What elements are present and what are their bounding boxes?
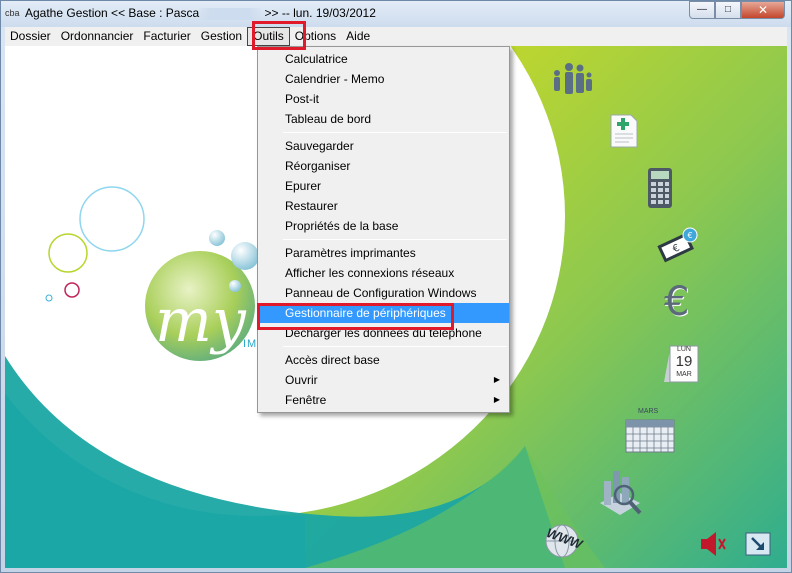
redacted-area: [199, 7, 262, 20]
svg-text:€: €: [687, 231, 692, 240]
window-title-suffix: >> -- lun. 19/03/2012: [264, 6, 376, 20]
menu-options[interactable]: Options: [290, 27, 341, 46]
maximize-button[interactable]: □: [715, 1, 741, 19]
menuitem-panneau-configuration[interactable]: Panneau de Configuration Windows: [258, 283, 509, 303]
calculator-icon[interactable]: [646, 166, 674, 210]
menuitem-proprietes-base[interactable]: Propriétés de la base: [258, 216, 509, 236]
calendar-day-number: 19: [675, 353, 693, 370]
submenu-arrow-icon: ▶: [493, 395, 500, 404]
menuitem-ouvrir-label: Ouvrir: [285, 373, 318, 387]
month-grid-icon[interactable]: MARS: [624, 408, 676, 454]
menu-gestion[interactable]: Gestion: [196, 27, 247, 46]
minimize-button[interactable]: —: [689, 1, 715, 19]
menu-separator: [283, 239, 507, 240]
title-bar[interactable]: cba Agathe Gestion << Base : Pasca >> --…: [1, 1, 791, 27]
speaker-mute-icon[interactable]: [698, 530, 728, 558]
close-button[interactable]: ✕: [741, 1, 785, 19]
menuitem-tableau-de-bord[interactable]: Tableau de bord: [258, 109, 509, 129]
app-icon: cba: [5, 8, 20, 18]
menuitem-reorganiser[interactable]: Réorganiser: [258, 156, 509, 176]
money-bill-icon[interactable]: € €: [656, 226, 698, 266]
internet-www-icon[interactable]: WWW: [540, 521, 590, 561]
menuitem-epurer[interactable]: Epurer: [258, 176, 509, 196]
menuitem-parametres-imprimantes[interactable]: Paramètres imprimantes: [258, 243, 509, 263]
menuitem-gestionnaire-peripheriques[interactable]: Gestionnaire de périphériques: [258, 303, 509, 323]
menuitem-restaurer[interactable]: Restaurer: [258, 196, 509, 216]
window-controls: — □ ✕: [689, 1, 785, 19]
logo-text: my: [155, 286, 246, 356]
resize-arrow-icon[interactable]: [745, 532, 771, 556]
menu-bar: Dossier Ordonnancier Facturier Gestion O…: [5, 27, 787, 46]
dashboard-chart-icon[interactable]: [594, 463, 646, 523]
menuitem-sauvegarder[interactable]: Sauvegarder: [258, 136, 509, 156]
menu-outils[interactable]: Outils: [247, 27, 290, 46]
menuitem-acces-direct-base[interactable]: Accès direct base: [258, 350, 509, 370]
menu-aide[interactable]: Aide: [341, 27, 375, 46]
calendar-day-icon[interactable]: LUN 19 MAR: [662, 344, 700, 386]
app-window: cba Agathe Gestion << Base : Pasca >> --…: [0, 0, 792, 573]
menu-separator: [283, 346, 507, 347]
submenu-arrow-icon: ▶: [493, 375, 500, 384]
menuitem-fenetre[interactable]: Fenêtre ▶: [258, 390, 509, 410]
menuitem-decharger-telephone[interactable]: Décharger les données du téléphone: [258, 323, 509, 343]
menuitem-fenetre-label: Fenêtre: [285, 393, 327, 407]
calendar-day-name: LUN: [676, 346, 691, 353]
menu-dossier[interactable]: Dossier: [5, 27, 56, 46]
menu-separator: [283, 132, 507, 133]
menuitem-connexions-reseaux[interactable]: Afficher les connexions réseaux: [258, 263, 509, 283]
menu-ordonnancier[interactable]: Ordonnancier: [56, 27, 139, 46]
medical-document-icon[interactable]: [607, 112, 641, 150]
euro-icon[interactable]: €: [664, 282, 704, 322]
calendar-month: MAR: [676, 371, 692, 378]
menuitem-calculatrice[interactable]: Calculatrice: [258, 49, 509, 69]
window-title: Agathe Gestion << Base : Pasca >> -- lun…: [25, 6, 376, 20]
window-title-prefix: Agathe Gestion << Base : Pasca: [25, 6, 200, 20]
menuitem-calendrier-memo[interactable]: Calendrier - Memo: [258, 69, 509, 89]
people-icon[interactable]: [549, 61, 595, 101]
menuitem-post-it[interactable]: Post-it: [258, 89, 509, 109]
outils-dropdown-menu: Calculatrice Calendrier - Memo Post-it T…: [257, 46, 510, 413]
menu-facturier[interactable]: Facturier: [138, 27, 195, 46]
month-grid-label: MARS: [638, 408, 659, 415]
menuitem-ouvrir[interactable]: Ouvrir ▶: [258, 370, 509, 390]
